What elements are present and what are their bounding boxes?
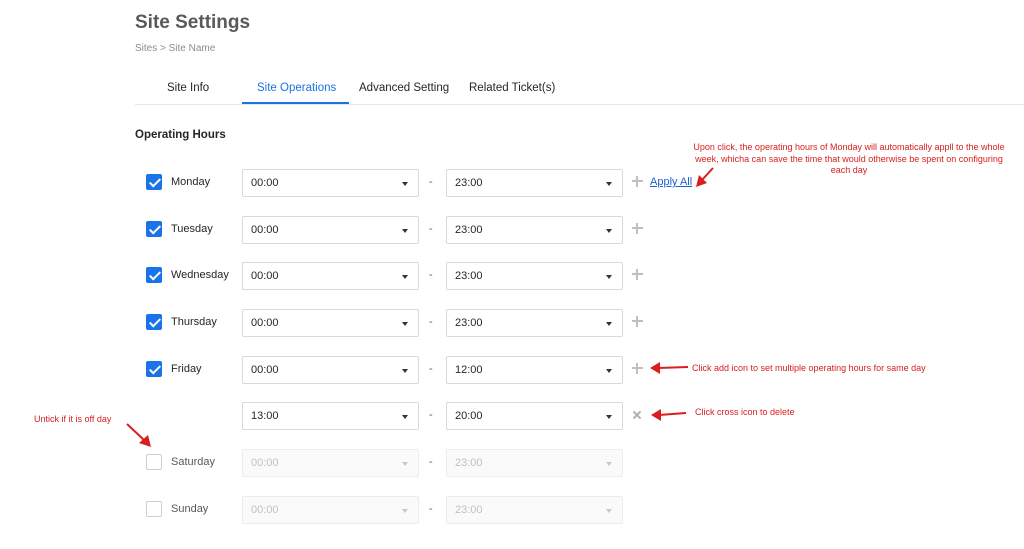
arrow-icon xyxy=(650,362,689,374)
arrow-icon xyxy=(126,423,151,447)
arrow-icon xyxy=(651,409,687,421)
arrow-icon xyxy=(696,167,714,187)
annotation-arrows xyxy=(126,167,714,447)
